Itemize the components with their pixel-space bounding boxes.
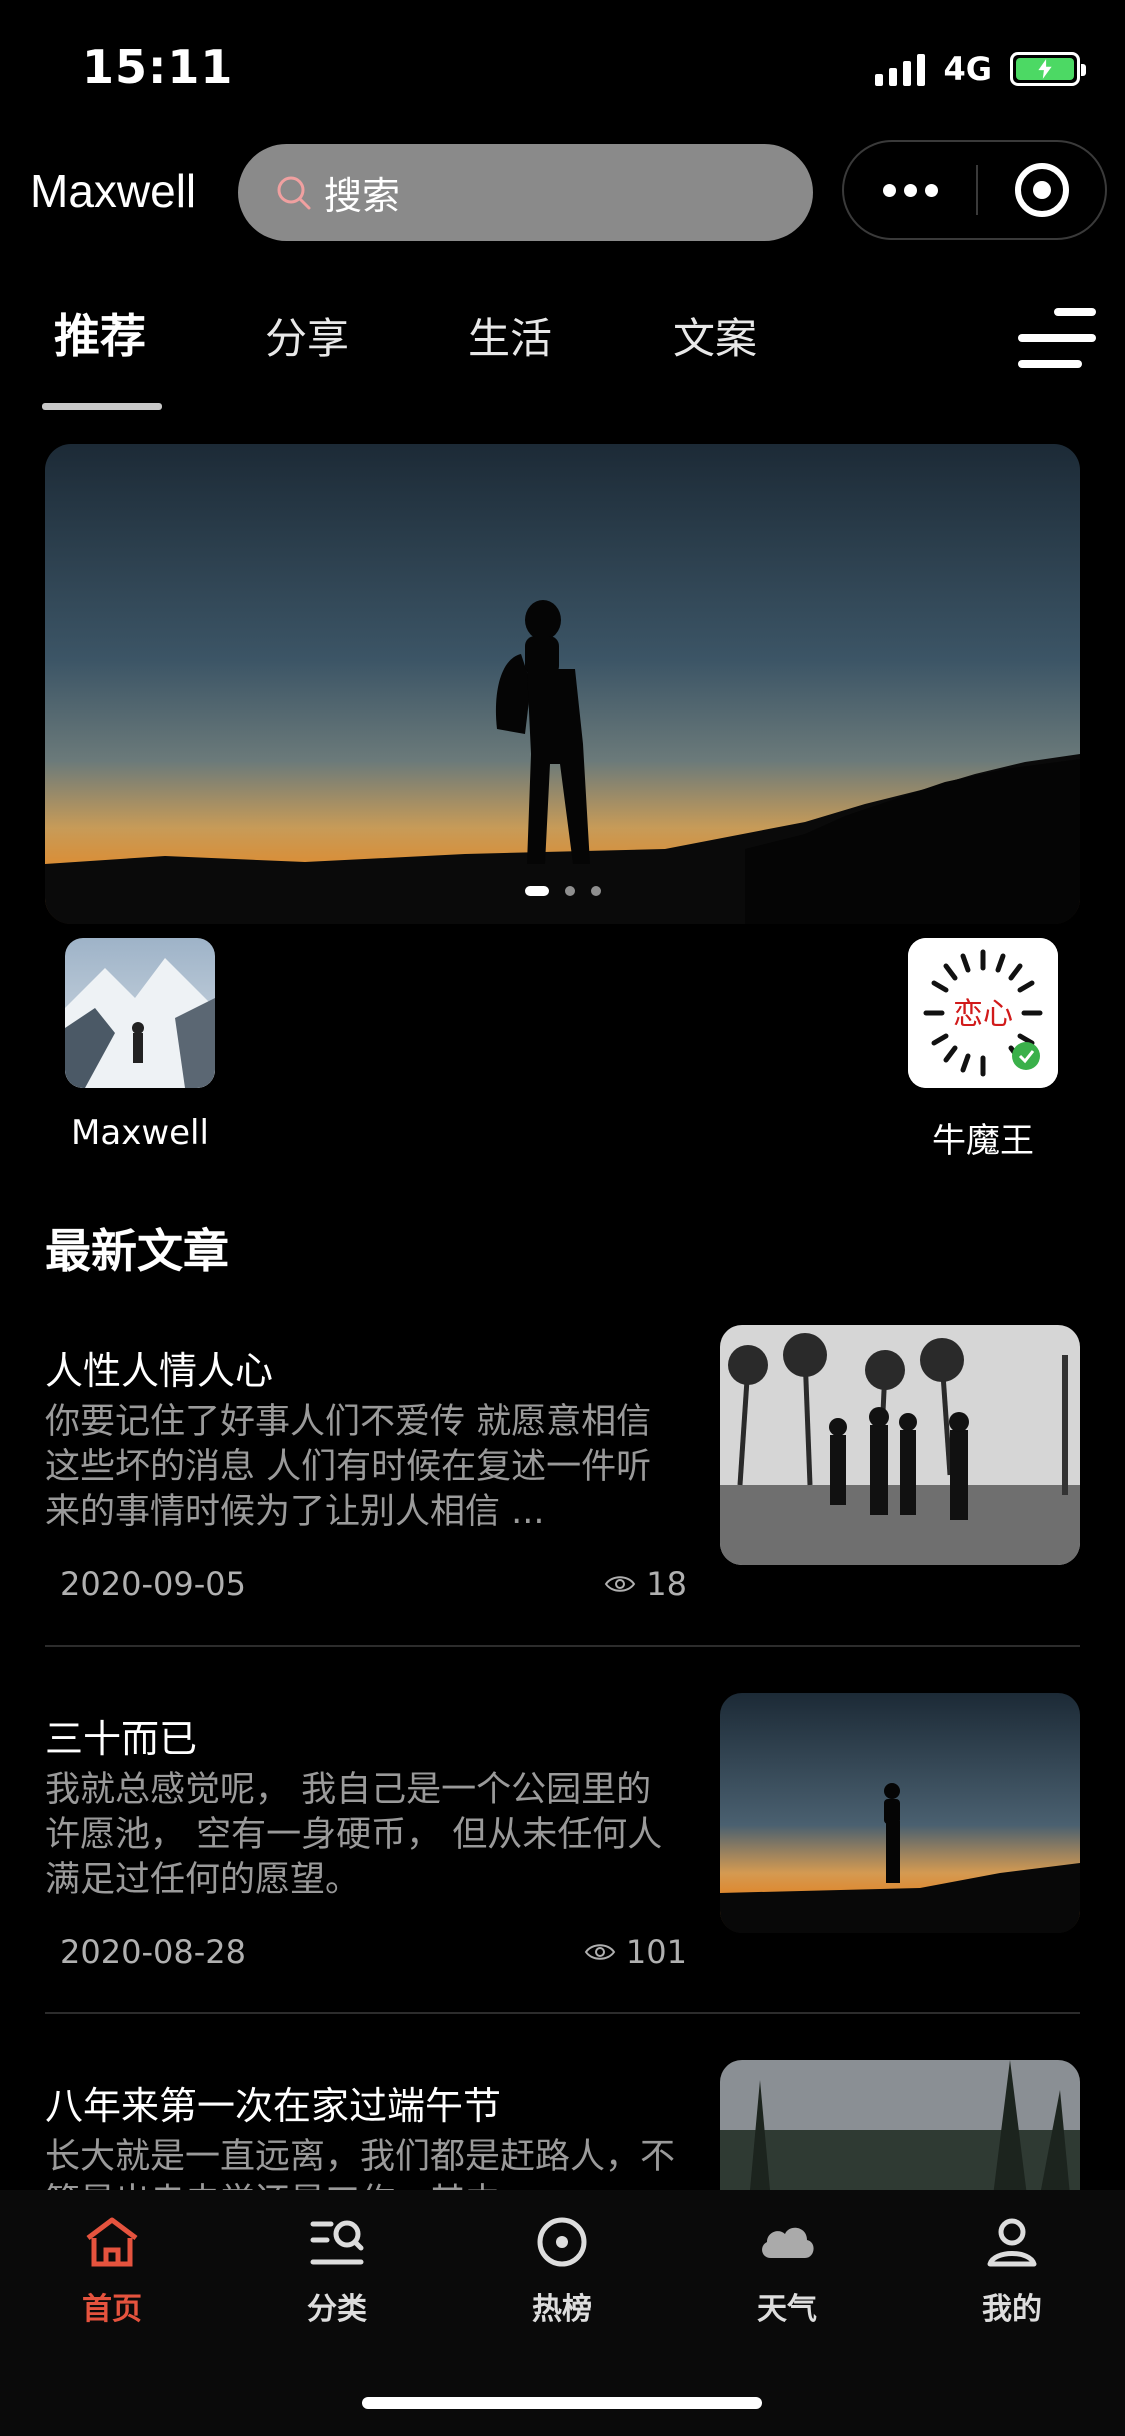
tabbar-weather[interactable]: 天气	[712, 2210, 862, 2328]
status-bar: 15:11 4G	[0, 0, 1125, 135]
views-count: 101	[625, 1933, 687, 1971]
profile-icon	[987, 2218, 1037, 2267]
search-icon	[277, 176, 311, 209]
article-excerpt: 我就总感觉呢， 我自己是一个公园里的许愿池， 空有一身硬币， 但从未任何人满足过…	[45, 1770, 663, 1900]
article-card[interactable]: 人性人情人心 你要记住了好事人们不爱传 就愿意相信这些坏的消息 人们有时候在复述…	[45, 1325, 1080, 1603]
carousel-dots	[45, 886, 1080, 896]
tab-share[interactable]: 分享	[265, 305, 349, 366]
tabbar-label: 分类	[307, 2292, 367, 2327]
banner-image	[45, 444, 1080, 924]
views-count: 18	[646, 1565, 687, 1603]
tabbar-hot[interactable]: 热榜	[487, 2210, 637, 2328]
quick-link-niumowang[interactable]: 恋心 牛魔王	[903, 938, 1063, 1162]
close-button[interactable]	[978, 142, 1105, 238]
quick-link-maxwell[interactable]: Maxwell	[60, 938, 220, 1153]
hot-icon	[537, 2217, 587, 2267]
tabbar-label: 我的	[982, 2292, 1042, 2327]
status-indicators: 4G	[875, 50, 1086, 88]
eye-icon	[584, 1944, 616, 1960]
article-title: 八年来第一次在家过端午节	[45, 2084, 502, 2128]
article-thumbnail	[720, 1325, 1080, 1565]
menu-icon[interactable]	[1018, 308, 1096, 368]
tabbar-label: 天气	[757, 2292, 817, 2327]
home-indicator[interactable]	[362, 2397, 762, 2409]
target-icon	[1014, 163, 1069, 217]
article-views: 18	[604, 1565, 687, 1603]
status-time: 15:11	[82, 40, 234, 94]
banner-carousel[interactable]	[45, 444, 1080, 924]
article-views: 101	[584, 1933, 687, 1971]
search-bar[interactable]: 搜索	[238, 144, 813, 241]
tab-recommend[interactable]: 推荐	[54, 300, 146, 366]
article-thumbnail	[720, 2060, 1080, 2190]
quick-link-label: 牛魔王	[932, 1121, 1034, 1161]
article-title: 三十而已	[45, 1717, 198, 1761]
quick-link-label: Maxwell	[71, 1113, 209, 1153]
network-type: 4G	[943, 50, 992, 88]
mini-program-capsule	[842, 140, 1107, 240]
active-tab-indicator	[42, 403, 162, 410]
article-date: 2020-09-05	[60, 1565, 246, 1603]
carousel-dot[interactable]	[590, 886, 601, 896]
search-placeholder: 搜索	[324, 174, 401, 218]
category-tabs: 推荐 分享 生活 文案	[0, 290, 1125, 420]
battery-icon	[1010, 52, 1086, 86]
article-divider	[45, 1645, 1080, 1647]
carousel-dot[interactable]	[524, 886, 549, 896]
article-excerpt: 你要记住了好事人们不爱传 就愿意相信这些坏的消息 人们有时候在复述一件听来的事情…	[45, 1402, 652, 1532]
article-date: 2020-08-28	[60, 1933, 246, 1971]
home-icon	[86, 2217, 138, 2267]
signal-icon	[875, 52, 926, 86]
tab-life[interactable]: 生活	[468, 305, 552, 366]
tabbar-label: 首页	[82, 2292, 142, 2327]
app-screen: 15:11 4G Maxwell 搜索 推荐 分享 生活 文案 Maxwell …	[0, 0, 1125, 2436]
carousel-dot[interactable]	[564, 886, 575, 896]
eye-icon	[605, 1576, 636, 1592]
more-button[interactable]	[844, 142, 976, 238]
header: Maxwell 搜索	[0, 140, 1125, 245]
cloud-icon	[762, 2227, 814, 2258]
article-excerpt: 长大就是一直远离，我们都是赶路人，不管是出走去学还是工作，其中	[45, 2137, 676, 2190]
tabbar-label: 热榜	[532, 2292, 592, 2327]
tabbar-profile[interactable]: 我的	[937, 2210, 1087, 2328]
category-icon	[310, 2220, 364, 2265]
tab-copywriting[interactable]: 文案	[673, 305, 757, 366]
article-card[interactable]: 八年来第一次在家过端午节 长大就是一直远离，我们都是赶路人，不管是出走去学还是工…	[45, 2060, 1080, 2190]
article-divider	[45, 2012, 1080, 2014]
article-card[interactable]: 三十而已 我就总感觉呢， 我自己是一个公园里的许愿池， 空有一身硬币， 但从未任…	[45, 1693, 1080, 1971]
tabbar-home[interactable]: 首页	[37, 2210, 187, 2328]
tabbar-category[interactable]: 分类	[262, 2210, 412, 2328]
qr-code-thumbnail: 恋心	[908, 938, 1058, 1088]
article-title: 人性人情人心	[45, 1349, 274, 1393]
article-thumbnail	[720, 1693, 1080, 1933]
maxwell-thumbnail	[65, 938, 215, 1088]
brand-title: Maxwell	[30, 165, 197, 217]
section-title: 最新文章	[45, 1224, 229, 1278]
logo-text: 恋心	[953, 997, 1013, 1032]
